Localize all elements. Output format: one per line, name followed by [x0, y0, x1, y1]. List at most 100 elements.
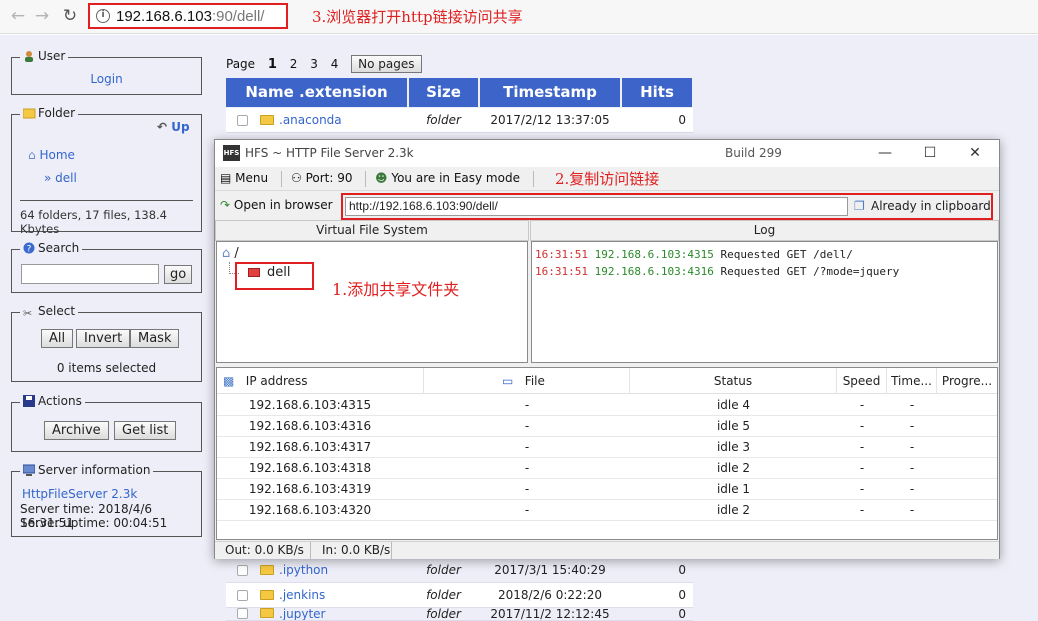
home-link[interactable]: ⌂ Home: [28, 148, 75, 162]
mask-button[interactable]: Mask: [130, 329, 180, 348]
out-speed: Out: 0.0 KB/s: [225, 543, 304, 557]
col-timestamp-header[interactable]: Timestamp: [480, 78, 620, 107]
row-checkbox[interactable]: [237, 565, 248, 576]
current-folder[interactable]: » dell: [44, 171, 77, 185]
connection-row[interactable]: 192.168.6.103:4315 - idle 4 - -: [217, 395, 997, 416]
hfs-build: Build 299: [725, 146, 782, 160]
page-3[interactable]: 3: [310, 57, 318, 71]
col-size-header[interactable]: Size: [409, 78, 478, 107]
port-button[interactable]: ⚇ Port: 90: [291, 171, 353, 185]
file-timestamp: 2017/2/12 13:37:05: [490, 113, 610, 127]
conn-file: -: [524, 461, 530, 475]
col-time-header[interactable]: Time...: [887, 368, 937, 394]
connection-row[interactable]: 192.168.6.103:4318 - idle 2 - -: [217, 458, 997, 479]
pager: Page 1 2 3 4 No pages: [226, 55, 431, 73]
address-text[interactable]: 192.168.6.103:90/dell/: [116, 8, 264, 25]
select-all-button[interactable]: All: [41, 329, 74, 348]
archive-button[interactable]: Archive: [44, 421, 109, 440]
no-pages-button[interactable]: No pages: [351, 55, 422, 73]
page-2[interactable]: 2: [290, 57, 298, 71]
connection-row[interactable]: 192.168.6.103:4319 - idle 1 - -: [217, 479, 997, 500]
page-1[interactable]: 1: [268, 57, 277, 72]
conn-ip: 192.168.6.103:4320: [248, 503, 372, 517]
connection-row[interactable]: 192.168.6.103:4316 - idle 5 - -: [217, 416, 997, 437]
maximize-icon[interactable]: ☐: [915, 143, 945, 163]
row-checkbox[interactable]: [237, 115, 248, 126]
toolbar-separator: [281, 171, 282, 187]
up-link[interactable]: ↶ Up: [157, 120, 190, 134]
col-name-header[interactable]: Name .extension: [226, 78, 407, 107]
forward-arrow-icon[interactable]: →: [32, 6, 52, 26]
search-go-button[interactable]: go: [164, 265, 193, 284]
clipboard-button[interactable]: ❐ Already in clipboard: [851, 197, 991, 216]
mode-button[interactable]: ☻ You are in Easy mode: [375, 171, 520, 185]
col-progress-header[interactable]: Progre...: [937, 368, 997, 394]
address-bar[interactable]: i 192.168.6.103:90/dell/: [88, 3, 288, 29]
col-hits-header[interactable]: Hits: [622, 78, 692, 107]
hfs-app-icon: HFS: [223, 145, 240, 161]
hfs-titlebar: HFS HFS ~ HTTP File Server 2.3k Build 29…: [215, 140, 999, 167]
reload-icon[interactable]: ↻: [60, 6, 80, 26]
connections-panel[interactable]: ▩ IP address ▭ File Status Speed Time...…: [216, 367, 998, 540]
minimize-icon[interactable]: —: [870, 143, 900, 163]
file-size: folder: [426, 588, 461, 602]
conn-time: -: [909, 503, 915, 517]
row-checkbox[interactable]: [237, 590, 248, 601]
col-speed-header[interactable]: Speed: [837, 368, 887, 394]
conn-ip: 192.168.6.103:4318: [248, 461, 372, 475]
folder-summary: 64 folders, 17 files, 138.4 Kbytes: [20, 208, 168, 236]
col-file-header[interactable]: ▭ File: [424, 368, 630, 394]
search-input[interactable]: [21, 264, 159, 284]
network-icon: ▩: [223, 374, 235, 388]
file-name-link[interactable]: .anaconda: [279, 108, 342, 133]
back-arrow-icon[interactable]: ←: [8, 6, 28, 26]
col-ip-header[interactable]: ▩ IP address: [217, 368, 424, 394]
hfs-toolbar: ▤ Menu ⚇ Port: 90 ☻ You are in Easy mode…: [215, 167, 999, 191]
conn-time: -: [909, 482, 915, 496]
file-name-link[interactable]: .jupyter: [279, 608, 326, 620]
svg-text:?: ?: [27, 245, 32, 255]
divider: [20, 200, 193, 201]
connection-row[interactable]: 192.168.6.103:4320 - idle 2 - -: [217, 500, 997, 521]
browser-toolbar: ← → ↻ i 192.168.6.103:90/dell/ 3.浏览器打开ht…: [0, 0, 1038, 34]
row-checkbox[interactable]: [237, 608, 248, 619]
col-status-header[interactable]: Status: [630, 368, 837, 394]
table-row: .jenkins folder 2018/2/6 0:22:20 0: [226, 583, 693, 608]
conn-file: -: [524, 482, 530, 496]
connection-row[interactable]: 192.168.6.103:4317 - idle 3 - -: [217, 437, 997, 458]
vfs-item-dell[interactable]: dell: [267, 265, 290, 280]
user-legend: User: [38, 49, 66, 63]
log-panel[interactable]: 16:31:51 192.168.6.103:4315 Requested GE…: [531, 241, 998, 363]
page-4[interactable]: 4: [331, 57, 339, 71]
select-legend: Select: [38, 304, 76, 318]
get-list-button[interactable]: Get list: [114, 421, 177, 440]
log-header: Log: [530, 220, 999, 241]
open-in-browser-button[interactable]: ↷ Open in browser: [220, 198, 333, 212]
folder-red-icon: [248, 268, 260, 277]
server-info-box: Server information HttpFileServer 2.3k S…: [11, 463, 202, 537]
info-icon[interactable]: i: [96, 9, 110, 23]
toolbar-separator: [365, 171, 366, 187]
file-timestamp: 2017/11/2 12:12:45: [490, 608, 610, 621]
menu-button[interactable]: ▤ Menu: [220, 171, 268, 185]
vfs-panel[interactable]: ⌂ / dell 1.添加共享文件夹: [216, 241, 528, 363]
hfs-urlbar: ↷ Open in browser http://192.168.6.103:9…: [215, 192, 999, 220]
server-icon: [22, 464, 36, 476]
file-name-link[interactable]: .jenkins: [279, 583, 325, 608]
invert-button[interactable]: Invert: [76, 329, 131, 348]
file-hits: 0: [678, 563, 686, 577]
conn-time: -: [909, 398, 915, 412]
hfs-url-field[interactable]: http://192.168.6.103:90/dell/: [345, 197, 848, 216]
status-separator: [310, 542, 311, 559]
conn-status: idle 2: [716, 503, 751, 517]
vfs-root[interactable]: ⌂ /: [222, 246, 239, 261]
folder-open-icon: [22, 107, 36, 119]
server-name-link[interactable]: HttpFileServer 2.3k: [22, 487, 137, 501]
file-name-link[interactable]: .ipython: [279, 558, 328, 583]
conn-speed: -: [859, 461, 865, 475]
log-line: 16:31:51 192.168.6.103:4316 Requested GE…: [535, 265, 900, 278]
close-icon[interactable]: ✕: [960, 143, 990, 163]
login-link[interactable]: Login: [12, 72, 201, 86]
file-size: folder: [426, 113, 461, 127]
conn-status: idle 4: [716, 398, 751, 412]
